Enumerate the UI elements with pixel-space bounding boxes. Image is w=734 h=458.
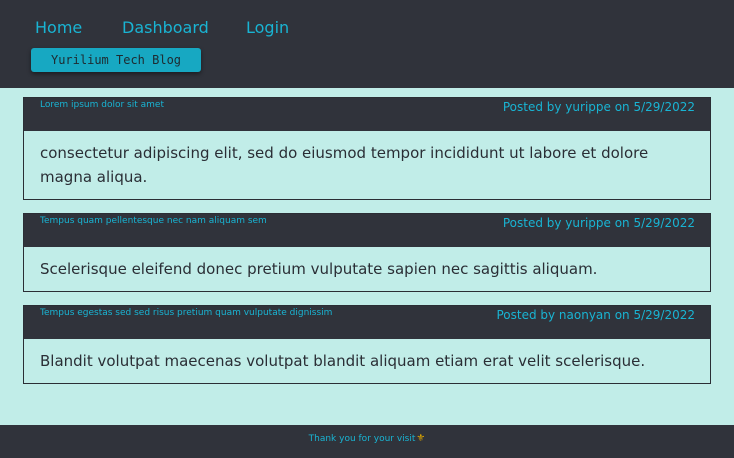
post-title[interactable]: Tempus egestas sed sed risus pretium qua… [40, 308, 332, 318]
post-title[interactable]: Lorem ipsum dolor sit amet [40, 100, 164, 110]
site-footer: Thank you for your visit⚜ [0, 425, 734, 458]
footer-text: Thank you for your visit⚜ [309, 433, 426, 444]
site-brand-button[interactable]: Yurilium Tech Blog [31, 48, 201, 72]
post-body: Blandit volutpat maecenas volutpat bland… [40, 352, 646, 370]
post-title[interactable]: Tempus quam pellentesque nec nam aliquam… [40, 216, 267, 226]
nav-link-home[interactable]: Home [35, 18, 82, 37]
post-header: Tempus egestas sed sed risus pretium qua… [24, 306, 710, 339]
post-body: consectetur adipiscing elit, sed do eius… [40, 144, 649, 186]
nav-link-dashboard[interactable]: Dashboard [122, 18, 209, 37]
post-card[interactable]: Tempus egestas sed sed risus pretium qua… [23, 305, 711, 384]
nav-link-login[interactable]: Login [246, 18, 289, 37]
post-header: Tempus quam pellentesque nec nam aliquam… [24, 214, 710, 247]
post-body: Scelerisque eleifend donec pretium vulpu… [40, 260, 598, 278]
footer-message: Thank you for your visit [308, 434, 416, 444]
post-meta: Posted by yurippe on 5/29/2022 [502, 216, 695, 230]
post-meta: Posted by yurippe on 5/29/2022 [502, 100, 695, 114]
post-meta: Posted by naonyan on 5/29/2022 [496, 308, 695, 322]
site-header: Home Dashboard Login Yurilium Tech Blog [0, 0, 734, 88]
post-card[interactable]: Lorem ipsum dolor sit amet Posted by yur… [23, 97, 711, 200]
post-card[interactable]: Tempus quam pellentesque nec nam aliquam… [23, 213, 711, 292]
post-header: Lorem ipsum dolor sit amet Posted by yur… [24, 98, 710, 131]
fleur-de-lis-icon: ⚜ [416, 433, 426, 444]
